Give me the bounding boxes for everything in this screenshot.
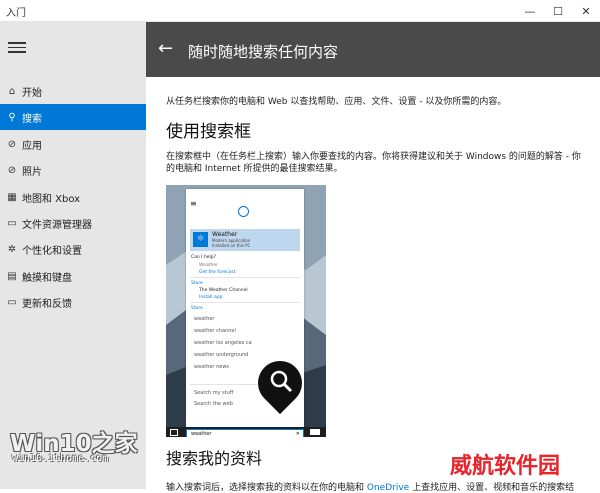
- sidebar-item-touch-keyboard[interactable]: ▤ 触摸和键盘: [0, 263, 146, 289]
- page-title: 随时随地搜索任何内容: [188, 43, 339, 61]
- section-paragraph: 在搜索框中（在任务栏上搜索）输入你要查找的内容。你将获得建议和关于 Window…: [166, 152, 581, 174]
- search-query: weather: [191, 431, 212, 437]
- weather-icon: ☼: [193, 232, 208, 247]
- suggestion-item[interactable]: weather underground: [194, 352, 248, 358]
- sidebar-item-start[interactable]: ⌂ 开始: [0, 78, 146, 104]
- sidebar-item-photos[interactable]: ⊘ 照片: [0, 157, 146, 183]
- suggestion-item[interactable]: weather news: [194, 364, 229, 370]
- weather-cortana-result[interactable]: Weather: [199, 263, 218, 268]
- sidebar-item-update-feedback[interactable]: ▭ 更新和反馈: [0, 289, 146, 315]
- hamburger-menu-icon[interactable]: [8, 42, 26, 54]
- section2-text-a: 输入搜索词后，选择搜索我的资料以在你的电脑和: [166, 483, 367, 493]
- suggestion-item[interactable]: weather channel: [194, 328, 236, 334]
- windows-logo-icon: [170, 429, 178, 436]
- weather-result-status: Installed on this PC: [212, 243, 251, 248]
- keyboard-icon: ▤: [7, 270, 17, 282]
- weather-result-title: Weather: [212, 231, 238, 238]
- install-app-link[interactable]: Install app: [199, 295, 222, 300]
- store-label: Store: [191, 281, 203, 286]
- feedback-icon: ▭: [7, 296, 17, 308]
- sidebar-item-label: 个性化和设置: [22, 245, 82, 257]
- minimize-button[interactable]: —: [516, 0, 544, 22]
- apps-icon: ⊘: [7, 138, 17, 150]
- cortana-icon: [238, 206, 249, 217]
- taskbar-search-box[interactable]: weather ✕: [186, 429, 304, 437]
- sidebar-item-label: 更新和反馈: [22, 298, 72, 310]
- gear-icon: ✲: [7, 243, 17, 255]
- intro-text: 从任务栏搜索你的电脑和 Web 以查找帮助、应用、文件、设置 - 以及你所需的内…: [166, 97, 507, 107]
- photos-icon: ⊘: [7, 164, 17, 176]
- weather-app-result[interactable]: ☼ Weather Modern application Installed o…: [190, 229, 300, 251]
- sidebar-item-label: 文件资源管理器: [22, 219, 92, 231]
- grid-icon: ▦: [7, 191, 17, 203]
- sidebar-item-label: 应用: [22, 140, 42, 152]
- magnifier-icon: [270, 370, 293, 393]
- sidebar-item-label: 触摸和键盘: [22, 272, 72, 284]
- store-label: Store: [191, 306, 203, 311]
- divider: [190, 302, 300, 303]
- search-icon: ⚲: [8, 111, 16, 123]
- clear-icon[interactable]: ✕: [296, 431, 300, 437]
- sidebar-item-label: 开始: [22, 87, 42, 99]
- sidebar: ⌂ 开始 ⚲ 搜索 ⊘ 应用 ⊘ 照片 ▦ 地图和 Xbox ▭ 文件资源管理器…: [0, 22, 146, 489]
- onedrive-link[interactable]: OneDrive: [367, 483, 409, 493]
- search-my-stuff-button[interactable]: Search my stuff: [194, 390, 233, 396]
- sidebar-item-personalization[interactable]: ✲ 个性化和设置: [0, 236, 146, 262]
- back-arrow-icon[interactable]: ←: [158, 38, 173, 59]
- folder-icon: ▭: [7, 217, 17, 229]
- suggestion-item[interactable]: weather los angeles ca: [194, 340, 252, 346]
- sidebar-item-search[interactable]: ⚲ 搜索: [0, 104, 146, 130]
- section-heading-search-my-stuff: 搜索我的资料: [166, 449, 263, 468]
- sidebar-item-label: 地图和 Xbox: [22, 193, 81, 205]
- maximize-button[interactable]: ☐: [544, 0, 572, 22]
- search-screenshot-image: ≡ ☼ Weather Modern application Installed…: [166, 185, 326, 437]
- close-button[interactable]: ✕: [572, 0, 600, 22]
- panel-hamburger-icon: ≡: [190, 199, 197, 208]
- watermark-site: 威航软件园: [450, 454, 561, 479]
- window-title: 入门: [6, 8, 26, 19]
- section2-text-b: 上查找应用、设置、视频和音乐的搜索结: [409, 483, 575, 493]
- home-icon: ⌂: [8, 85, 16, 97]
- weather-channel-app[interactable]: The Weather Channel: [199, 288, 248, 293]
- sidebar-item-label: 照片: [22, 166, 42, 178]
- sidebar-item-apps[interactable]: ⊘ 应用: [0, 131, 146, 157]
- watermark-url: win10.ithome.com: [12, 453, 109, 464]
- sidebar-item-maps-xbox[interactable]: ▦ 地图和 Xbox: [0, 184, 146, 210]
- section-heading-search-box: 使用搜索框: [166, 122, 251, 142]
- divider: [190, 277, 300, 278]
- sidebar-item-label: 搜索: [22, 113, 42, 125]
- page-header: ← 随时随地搜索任何内容: [146, 22, 600, 77]
- search-web-button[interactable]: Search the web: [194, 401, 233, 407]
- panel-top: ≡: [186, 189, 304, 229]
- section2-paragraph: 输入搜索词后，选择搜索我的资料以在你的电脑和 OneDrive 上查找应用、设置…: [166, 480, 586, 493]
- suggestion-item[interactable]: weather: [194, 316, 215, 322]
- title-bar: 入门 — ☐ ✕: [0, 0, 600, 22]
- sidebar-item-file-explorer[interactable]: ▭ 文件资源管理器: [0, 210, 146, 236]
- forecast-link[interactable]: Get the forecast: [199, 270, 235, 275]
- can-help-label: Can I help?: [191, 255, 217, 260]
- taskview-icon: [310, 429, 320, 435]
